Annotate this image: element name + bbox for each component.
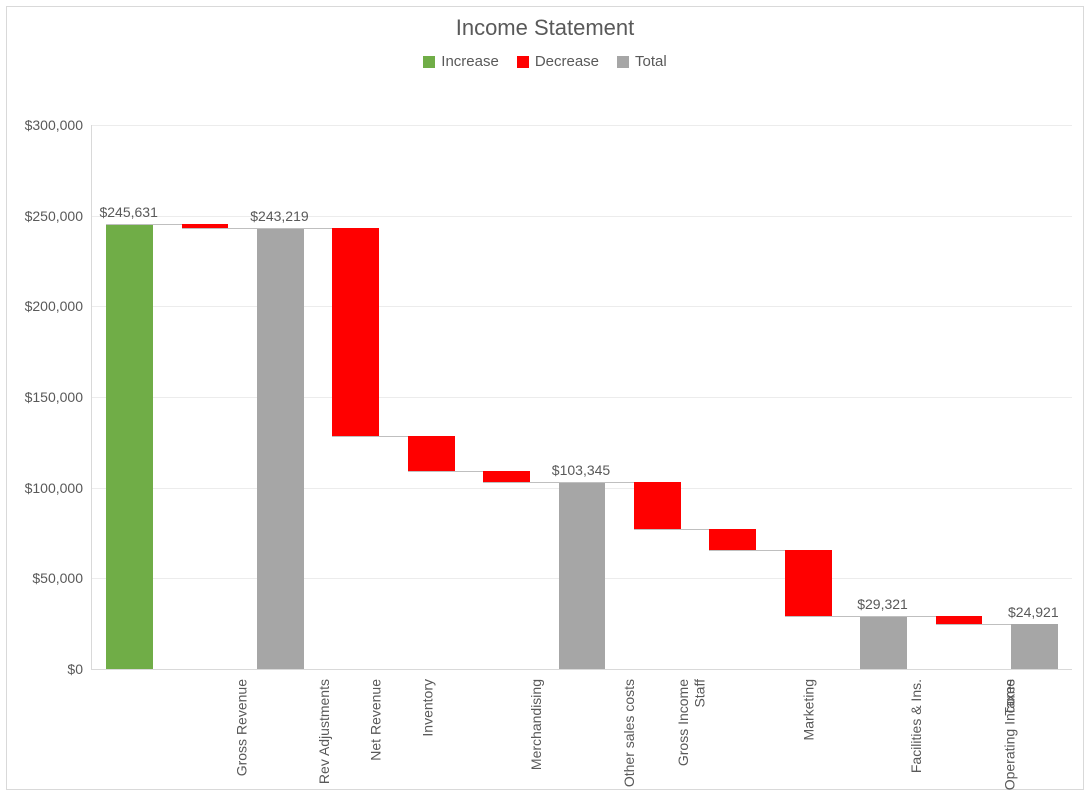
data-label: $24,921 bbox=[1008, 604, 1059, 620]
bar-total bbox=[257, 228, 304, 669]
y-axis-tick-label: $300,000 bbox=[7, 117, 83, 133]
bar-increase bbox=[106, 224, 153, 669]
y-axis-tick-label: $150,000 bbox=[7, 389, 83, 405]
y-axis-tick-label: $0 bbox=[7, 661, 83, 677]
bar-decrease bbox=[332, 228, 379, 436]
x-axis-category-label: Inventory bbox=[419, 679, 435, 737]
data-label: $29,321 bbox=[857, 596, 908, 612]
y-axis-tick-label: $100,000 bbox=[7, 480, 83, 496]
bar-decrease bbox=[709, 529, 756, 550]
plot-area bbox=[91, 125, 1072, 670]
y-axis-tick-label: $250,000 bbox=[7, 208, 83, 224]
swatch-total-icon bbox=[617, 56, 629, 68]
bar-decrease bbox=[936, 616, 983, 624]
chart-frame: Income Statement Increase Decrease Total… bbox=[6, 6, 1084, 790]
swatch-increase-icon bbox=[423, 56, 435, 68]
gridline bbox=[92, 397, 1072, 398]
data-label: $103,345 bbox=[552, 462, 610, 478]
x-axis-category-label: Rev Adjustments bbox=[316, 679, 332, 784]
swatch-decrease-icon bbox=[517, 56, 529, 68]
data-label: $243,219 bbox=[250, 208, 308, 224]
bar-total bbox=[1011, 624, 1058, 669]
x-axis-category-label: Taxes bbox=[1002, 679, 1018, 716]
legend-label-decrease: Decrease bbox=[535, 53, 599, 70]
x-axis-category-label: Other sales costs bbox=[621, 679, 637, 787]
x-axis-category-label: Staff bbox=[692, 679, 708, 708]
y-axis-tick-label: $200,000 bbox=[7, 298, 83, 314]
legend-item-total: Total bbox=[617, 53, 667, 70]
bar-decrease bbox=[785, 550, 832, 616]
x-axis-category-label: Gross Income bbox=[675, 679, 691, 766]
x-axis-category-label: Merchandising bbox=[528, 679, 544, 770]
legend-item-increase: Increase bbox=[423, 53, 499, 70]
x-axis-category-label: Marketing bbox=[800, 679, 816, 740]
gridline bbox=[92, 125, 1072, 126]
x-axis-category-label: Facilities & Ins. bbox=[908, 679, 924, 773]
legend-item-decrease: Decrease bbox=[517, 53, 599, 70]
legend-label-total: Total bbox=[635, 53, 667, 70]
x-axis-category-label: Net Revenue bbox=[368, 679, 384, 761]
data-label: $245,631 bbox=[99, 204, 157, 220]
bar-decrease bbox=[634, 482, 681, 530]
gridline bbox=[92, 216, 1072, 217]
bar-decrease bbox=[408, 436, 455, 470]
y-axis-tick-label: $50,000 bbox=[7, 570, 83, 586]
bar-total bbox=[860, 616, 907, 669]
chart-title: Income Statement bbox=[7, 15, 1083, 41]
gridline bbox=[92, 306, 1072, 307]
legend-label-increase: Increase bbox=[441, 53, 499, 70]
chart-legend: Increase Decrease Total bbox=[7, 53, 1083, 70]
bar-decrease bbox=[483, 471, 530, 482]
x-axis-category-label: Gross Revenue bbox=[233, 679, 249, 776]
bar-total bbox=[559, 482, 606, 669]
